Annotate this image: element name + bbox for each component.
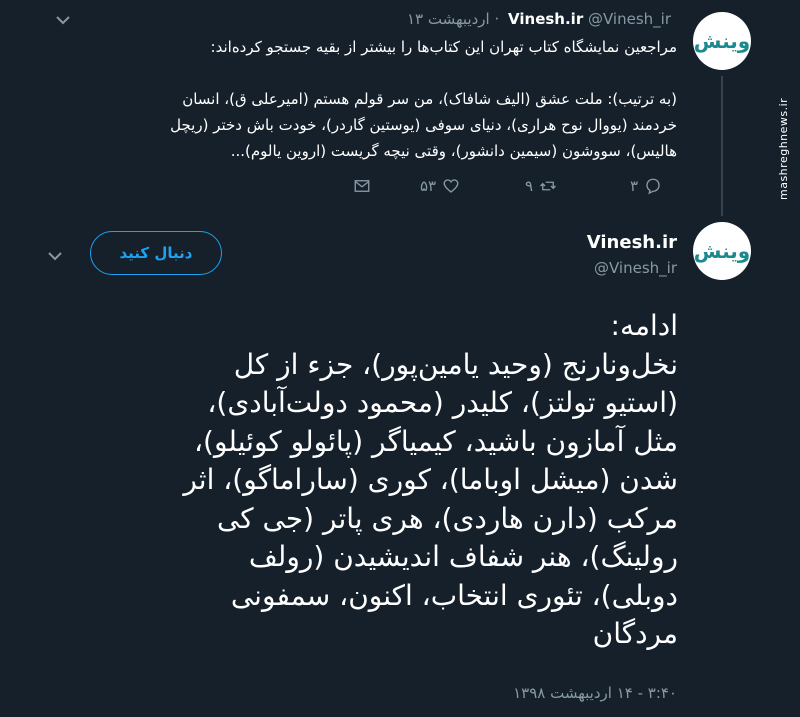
- tweet2-line: مردگان: [592, 617, 678, 650]
- tweet2-line: مثل آمازون باشید، کیمیاگر (پائولو کوئیلو…: [194, 424, 678, 458]
- author-handle[interactable]: @Vinesh_ir: [588, 10, 671, 28]
- chevron-down-icon[interactable]: [48, 246, 62, 265]
- reply-count: ۳: [630, 177, 639, 195]
- tweet1-header: Vinesh.ir @Vinesh_ir · اردیبهشت ۱۳: [407, 10, 677, 28]
- retweet-count: ۹: [525, 177, 534, 195]
- avatar-logo: وینش: [693, 239, 751, 263]
- retweet-button[interactable]: ۹: [525, 177, 557, 195]
- avatar-logo: وینش: [693, 29, 751, 53]
- tweet2-line: ادامه:: [610, 309, 678, 342]
- tweet2-line: رولینگ)، هنر شفاف اندیشیدن (رولف: [248, 540, 678, 573]
- share-icon: [354, 180, 370, 192]
- avatar[interactable]: وینش: [693, 12, 751, 70]
- tweet2-line: نخل‌ونارنج (وحید یامین‌پور)، جزء از کل: [233, 347, 678, 381]
- tweet2-line: شدن (میشل اوباما)، کوری (ساراماگو)، اثر: [183, 463, 678, 496]
- avatar[interactable]: وینش: [693, 222, 751, 280]
- tweet1-line: (به ترتیب): ملت عشق (الیف شافاک)، من سر …: [182, 90, 677, 108]
- chevron-down-icon[interactable]: [56, 10, 70, 29]
- author-handle[interactable]: @Vinesh_ir: [594, 259, 677, 277]
- share-button[interactable]: [353, 177, 371, 195]
- tweet2-line: دوبلی)، تئوری انتخاب، اکنون، سمفونی: [230, 578, 678, 612]
- author-name[interactable]: Vinesh.ir: [587, 232, 677, 253]
- tweet2-line: (استیو تولتز)، کلیدر (محمود دولت‌آبادی)،: [207, 386, 678, 419]
- retweet-icon: [540, 181, 557, 191]
- tweet2-line: مرکب (دارن هاردی)، هری پاتر (جی کی: [216, 501, 678, 535]
- tweet2-body: ادامه: نخل‌ونارنج (وحید یامین‌پور)، جزء …: [58, 307, 678, 654]
- watermark: mashreghnews.ir: [777, 97, 790, 200]
- reply-button[interactable]: ۳: [630, 177, 662, 195]
- tweet1-body: مراجعین نمایشگاه کتاب تهران این کتاب‌ها …: [67, 34, 677, 164]
- tweet-timestamp[interactable]: ۳:۴۰ - ۱۴ اردیبهشت ۱۳۹۸: [513, 684, 677, 702]
- author-name[interactable]: Vinesh.ir: [508, 10, 583, 28]
- tweet1-line: مراجعین نمایشگاه کتاب تهران این کتاب‌ها …: [210, 38, 677, 56]
- like-button[interactable]: ۵۳: [420, 177, 460, 195]
- reply-icon: [646, 178, 660, 195]
- thread-line: [721, 76, 723, 216]
- like-count: ۵۳: [420, 177, 437, 195]
- follow-button[interactable]: دنبال کنید: [90, 231, 222, 275]
- tweet1-line: هالیس)، سووشون (سیمین دانشور)، وقتی نیچه…: [230, 142, 677, 160]
- tweet-date[interactable]: · اردیبهشت ۱۳: [407, 10, 499, 28]
- like-icon: [443, 179, 459, 193]
- tweet1-line: خردمند (یووال نوح هراری)، دنیای سوفی (یو…: [170, 116, 677, 134]
